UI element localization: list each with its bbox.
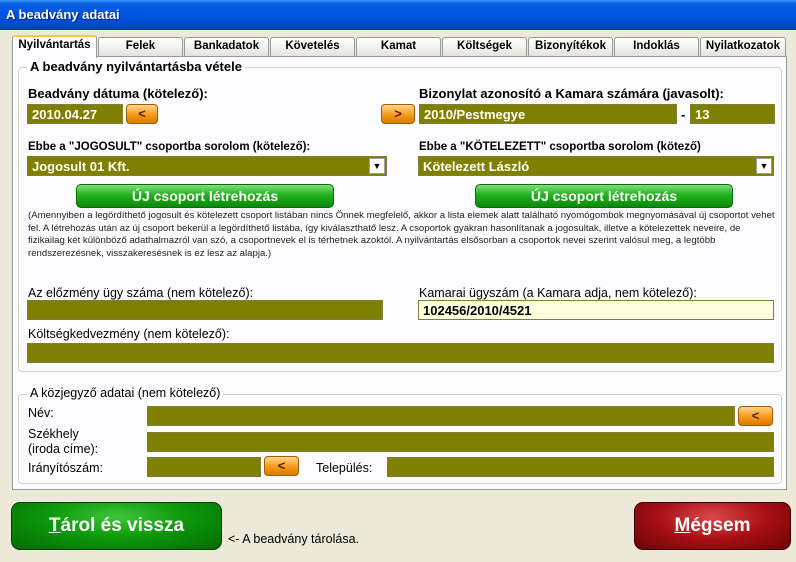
tab-koltsegek[interactable]: Költségek <box>442 37 527 56</box>
date-label: Beadvány dátuma (kötelező): <box>28 86 208 101</box>
tab-felek[interactable]: Felek <box>98 37 183 56</box>
notary-name-field[interactable] <box>147 406 735 426</box>
notary-name-label: Név: <box>28 406 54 420</box>
kotelezett-group-select[interactable]: Kötelezett László ▼ <box>418 156 774 176</box>
notary-city-field[interactable] <box>387 457 774 477</box>
notary-name-pick-button[interactable]: < <box>738 406 773 426</box>
prev-case-label: Az előzmény ügy száma (nem kötelező): <box>28 286 254 300</box>
new-kotelezett-group-button[interactable]: ÚJ csoport létrehozás <box>475 184 733 208</box>
tab-bizonyitekok[interactable]: Bizonyítékok <box>528 37 613 56</box>
window-title: A beadvány adatai <box>0 0 796 30</box>
tab-panel: A beadvány nyilvántartásba vétele Beadvá… <box>12 56 787 490</box>
date-picker-button[interactable]: < <box>126 104 158 124</box>
doc-id-generate-button[interactable]: > <box>381 104 415 124</box>
group-info-text: (Amennyiben a legördíthető jogosult és k… <box>28 210 775 259</box>
notary-zip-label: Irányítószám: <box>28 461 104 475</box>
cancel-button-accelerator: M <box>674 515 691 536</box>
doc-id-field[interactable]: 2010/Pestmegye <box>419 104 677 124</box>
chevron-down-icon[interactable]: ▼ <box>369 158 385 174</box>
registration-group-title: A beadvány nyilvántartásba vétele <box>27 59 245 74</box>
chevron-down-icon[interactable]: ▼ <box>756 158 772 174</box>
save-hint: <- A beadvány tárolása. <box>228 532 359 546</box>
notary-seat-label-line2: (iroda címe): <box>28 442 99 456</box>
notary-city-label: Település: <box>316 461 373 475</box>
prev-case-field[interactable] <box>27 300 383 320</box>
date-field[interactable]: 2010.04.27 <box>27 104 123 124</box>
chamber-case-label: Kamarai ügyszám (a Kamara adja, nem köte… <box>419 286 697 300</box>
save-button-label: árol és vissza <box>60 515 185 536</box>
tab-nyilvantartas[interactable]: Nyilvántartás <box>12 35 97 58</box>
tab-nyilatkozatok[interactable]: Nyilatkozatok <box>700 37 786 56</box>
new-jogosult-group-button[interactable]: ÚJ csoport létrehozás <box>76 184 334 208</box>
jogosult-group-select[interactable]: Jogosult 01 Kft. ▼ <box>27 156 387 176</box>
doc-id-separator: - <box>681 107 686 122</box>
tab-kamat[interactable]: Kamat <box>356 37 441 56</box>
tab-indoklas[interactable]: Indoklás <box>614 37 699 56</box>
tab-bankadatok[interactable]: Bankadatok <box>184 37 269 56</box>
notary-group-title: A közjegyző adatai (nem kötelező) <box>27 386 224 400</box>
jogosult-group-label: Ebbe a "JOGOSULT" csoportba sorolom (köt… <box>28 141 311 153</box>
save-button-accelerator: T <box>48 515 61 536</box>
jogosult-group-value: Jogosult 01 Kft. <box>32 159 130 174</box>
doc-id-label: Bizonylat azonosító a Kamara számára (ja… <box>419 86 724 101</box>
notary-seat-label-line1: Székhely <box>28 427 79 441</box>
notary-zip-field[interactable] <box>147 457 261 477</box>
cancel-button-label: égsem <box>690 515 751 536</box>
chamber-case-field[interactable]: 102456/2010/4521 <box>418 300 774 320</box>
doc-id-suffix-field[interactable]: 13 <box>690 104 775 124</box>
tab-koveteles[interactable]: Követelés <box>270 37 355 56</box>
discount-label: Költségkedvezmény (nem kötelező): <box>28 327 230 341</box>
kotelezett-group-label: Ebbe a "KÖTELEZETT" csoportba sorolom (k… <box>419 141 701 153</box>
notary-seat-field[interactable] <box>147 432 774 452</box>
cancel-button[interactable]: Mégsem <box>634 502 791 550</box>
discount-field[interactable] <box>27 343 774 363</box>
notary-zip-pick-button[interactable]: < <box>264 456 299 476</box>
save-and-return-button[interactable]: Tárol és vissza <box>11 502 222 550</box>
kotelezett-group-value: Kötelezett László <box>423 159 530 174</box>
